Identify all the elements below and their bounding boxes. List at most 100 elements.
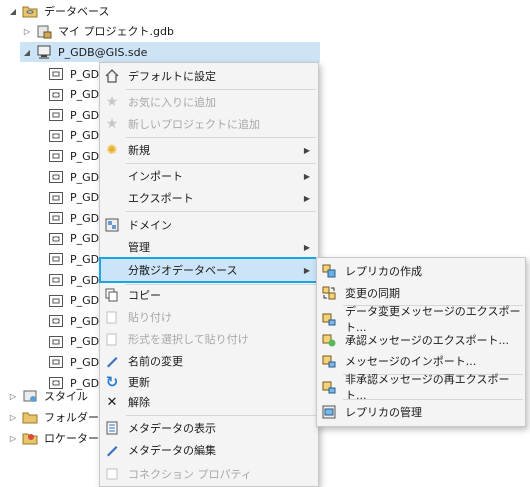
point-feature-class-icon: [48, 251, 64, 267]
menu-label: デフォルトに設定: [128, 70, 216, 83]
menu-label: インポート: [128, 170, 183, 183]
feature-class-item[interactable]: P_GDE: [48, 352, 106, 372]
paste-special-icon: [104, 331, 120, 347]
feature-class-item[interactable]: P_GDE: [48, 249, 106, 269]
feature-class-icon: [48, 148, 64, 164]
feature-class-icon: [48, 210, 64, 226]
expand-open-icon[interactable]: ◢: [22, 48, 32, 57]
feature-class-icon: [48, 169, 64, 185]
submenu-arrow-icon: ▶: [303, 265, 310, 275]
refresh-icon: ↻: [105, 373, 119, 391]
feature-class-item[interactable]: P_GDE: [48, 105, 106, 125]
menu-label: コネクション プロパティ: [128, 468, 252, 481]
menu-label: メタデータの表示: [128, 422, 216, 435]
menu-item-edit-metadata[interactable]: メタデータの編集: [100, 439, 318, 461]
expand-open-icon[interactable]: ◢: [8, 7, 18, 16]
menu-item-distributed-geodatabase[interactable]: 分散ジオデータベース ▶: [99, 257, 319, 283]
menu-item-domains[interactable]: ドメイン: [100, 214, 318, 236]
tree-item-databases[interactable]: ◢ データベース: [8, 1, 110, 21]
star-icon: ★: [105, 94, 119, 110]
pencil-icon: [104, 353, 120, 369]
menu-item-set-default[interactable]: デフォルトに設定: [100, 65, 318, 87]
tree-item-styles[interactable]: ▷ スタイル: [8, 386, 88, 406]
menu-label: 形式を選択して貼り付け: [128, 333, 249, 346]
feature-class-item[interactable]: P_GDE: [48, 270, 106, 290]
distributed-geodatabase-submenu: レプリカの作成 変更の同期 データ変更メッセージのエクスポート... 承認メッセ…: [316, 257, 526, 427]
menu-label: 管理: [128, 241, 150, 254]
feature-class-item[interactable]: P_GDE: [48, 167, 106, 187]
point-feature-class-icon: [48, 190, 64, 206]
feature-class-item[interactable]: P_GDE: [48, 188, 106, 208]
menu-item-add-favorite[interactable]: ★ お気に入りに追加: [100, 91, 318, 113]
menu-item-rename[interactable]: 名前の変更: [100, 350, 318, 372]
tree-item-folders[interactable]: ▷ フォルダー: [8, 407, 99, 427]
tree-item-locators[interactable]: ▷ ロケーター: [8, 428, 99, 448]
menu-item-remove[interactable]: ✕ 解除: [100, 391, 318, 413]
menu-separator: [126, 163, 316, 164]
menu-label: 変更の同期: [345, 287, 400, 300]
feature-class-item[interactable]: P_GDE: [48, 85, 106, 105]
menu-label: 新規: [128, 144, 150, 157]
expand-closed-icon[interactable]: ▷: [22, 27, 32, 36]
import-message-icon: [321, 353, 337, 369]
home-icon: [104, 68, 120, 84]
close-icon: ✕: [106, 394, 118, 410]
submenu-item-manage-replicas[interactable]: レプリカの管理: [317, 401, 525, 423]
menu-item-manage[interactable]: 管理 ▶: [100, 236, 318, 258]
copy-icon: [104, 287, 120, 303]
menu-label: 更新: [128, 376, 150, 389]
submenu-item-export-acknowledgment[interactable]: 承認メッセージのエクスポート...: [317, 329, 525, 351]
expand-closed-icon[interactable]: ▷: [8, 413, 18, 422]
tree-item-label: P_GDB@GIS.sde: [58, 45, 148, 59]
menu-item-paste[interactable]: 貼り付け: [100, 306, 318, 328]
menu-item-import[interactable]: インポート ▶: [100, 165, 318, 187]
feature-class-item[interactable]: P_GDE: [48, 64, 106, 84]
connection-properties-icon: [104, 466, 120, 482]
menu-item-export[interactable]: エクスポート ▶: [100, 187, 318, 209]
expand-closed-icon[interactable]: ▷: [8, 392, 18, 401]
menu-item-copy[interactable]: コピー: [100, 284, 318, 306]
feature-class-icon: [48, 272, 64, 288]
menu-separator: [126, 211, 316, 212]
submenu-item-export-data-change[interactable]: データ変更メッセージのエクスポート...: [317, 305, 525, 334]
menu-item-paste-special[interactable]: 形式を選択して貼り付け: [100, 328, 318, 350]
tree-item-label: ロケーター: [44, 432, 99, 445]
tree-item-sde-connection[interactable]: ◢ P_GDB@GIS.sde: [20, 42, 320, 62]
menu-separator: [126, 89, 316, 90]
feature-class-item[interactable]: P_GDE: [48, 146, 106, 166]
menu-label: 分散ジオデータベース: [128, 264, 238, 277]
menu-item-connection-properties[interactable]: コネクション プロパティ: [100, 463, 318, 485]
menu-label: レプリカの管理: [345, 406, 422, 419]
submenu-item-import-message[interactable]: メッセージのインポート...: [317, 350, 525, 372]
tree-item-label: スタイル: [44, 390, 88, 403]
expand-closed-icon[interactable]: ▷: [8, 434, 18, 443]
feature-class-item[interactable]: P_GDE: [48, 208, 106, 228]
metadata-icon: [104, 420, 120, 436]
create-replica-icon: [321, 263, 337, 279]
menu-item-refresh[interactable]: ↻ 更新: [100, 371, 318, 393]
submenu-arrow-icon: ▶: [303, 145, 310, 155]
new-sparkle-icon: ✺: [106, 142, 118, 158]
context-menu: デフォルトに設定 ★ お気に入りに追加 ★ 新しいプロジェクトに追加 ✺ 新規 …: [99, 62, 319, 487]
pencil-icon: [104, 442, 120, 458]
submenu-item-create-replica[interactable]: レプリカの作成: [317, 260, 525, 282]
feature-class-icon: [48, 334, 64, 350]
submenu-item-reexport-unacknowledged[interactable]: 非承認メッセージの再エクスポート...: [317, 373, 525, 402]
geodatabase-icon: [36, 23, 52, 39]
style-icon: [22, 388, 38, 404]
point-feature-class-icon: [48, 313, 64, 329]
submenu-arrow-icon: ▶: [303, 193, 310, 203]
menu-label: 解除: [128, 396, 150, 409]
feature-class-item[interactable]: P_GDE: [48, 126, 106, 146]
menu-item-add-new-project[interactable]: ★ 新しいプロジェクトに追加: [100, 113, 318, 135]
menu-item-view-metadata[interactable]: メタデータの表示: [100, 417, 318, 439]
submenu-item-synchronize[interactable]: 変更の同期: [317, 282, 525, 304]
feature-class-item[interactable]: P_GDE: [48, 311, 106, 331]
tree-item-my-project-gdb[interactable]: ▷ マイ プロジェクト.gdb: [22, 21, 174, 41]
feature-class-icon: [48, 87, 64, 103]
feature-class-item[interactable]: P_GDE: [48, 332, 106, 352]
feature-class-icon: [48, 354, 64, 370]
feature-class-item[interactable]: P_GDE: [48, 229, 106, 249]
menu-item-new[interactable]: ✺ 新規 ▶: [100, 139, 318, 161]
feature-class-item[interactable]: P_GDE: [48, 291, 106, 311]
